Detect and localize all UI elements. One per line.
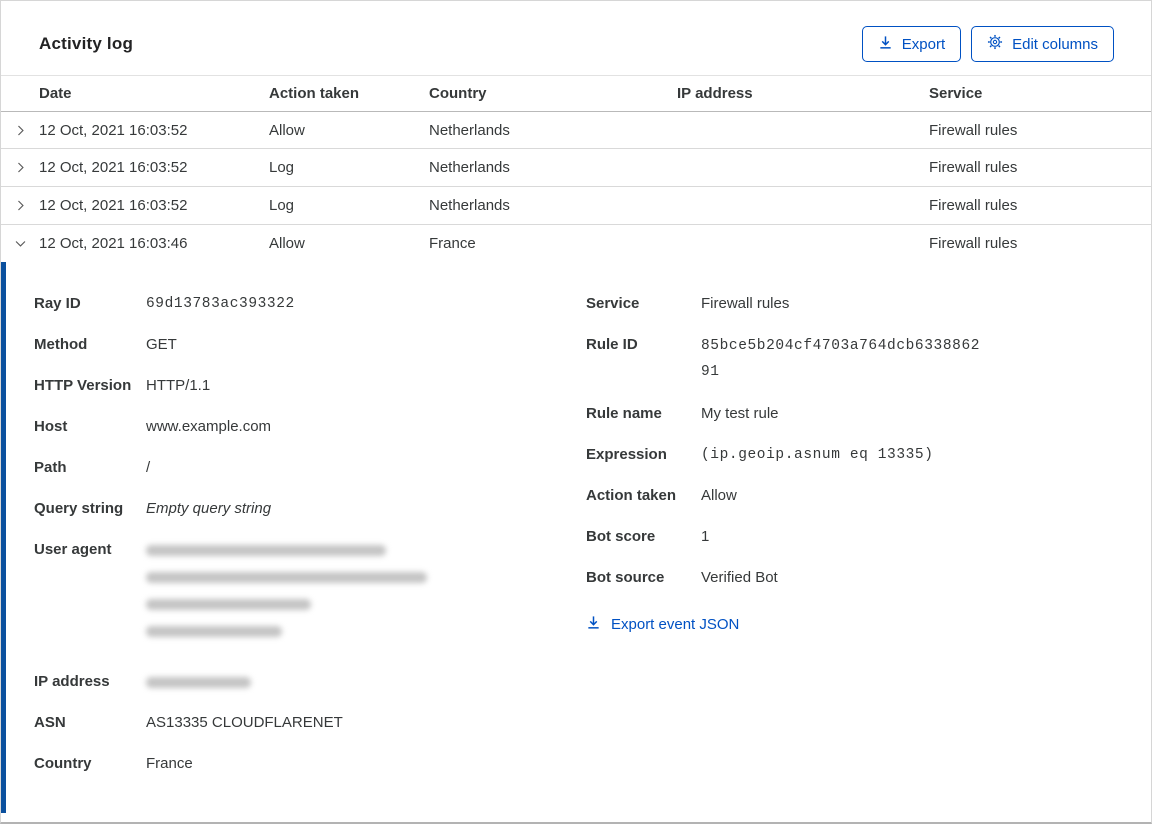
download-icon xyxy=(878,35,893,54)
gear-icon xyxy=(987,34,1003,54)
field-label: Path xyxy=(34,459,67,476)
chevron-down-icon[interactable] xyxy=(1,225,39,262)
export-button[interactable]: Export xyxy=(861,26,962,62)
detail-right-column: Service Firewall rules Rule ID 85bce5b20… xyxy=(586,292,1151,793)
cell-date: 12 Oct, 2021 16:03:46 xyxy=(39,234,188,252)
field-value: HTTP/1.1 xyxy=(146,377,211,394)
column-header-ip-address: IP address xyxy=(677,84,753,102)
export-event-json-label: Export event JSON xyxy=(611,616,740,633)
detail-left-column: Ray ID 69d13783ac393322 Method GET HTTP … xyxy=(34,292,586,793)
page-title: Activity log xyxy=(39,34,134,53)
export-event-json-link[interactable]: Export event JSON xyxy=(586,615,739,634)
detail-field-path: Path / xyxy=(34,456,586,480)
field-label: Service xyxy=(586,295,640,312)
cell-country: Netherlands xyxy=(429,196,510,214)
field-label: Bot score xyxy=(586,528,656,545)
redacted-user-agent-blur xyxy=(146,538,427,653)
field-value: Verified Bot xyxy=(701,569,778,586)
field-value: France xyxy=(146,755,193,772)
export-button-label: Export xyxy=(901,35,946,53)
field-label: Method xyxy=(34,336,88,353)
edit-columns-button-label: Edit columns xyxy=(1012,35,1098,53)
detail-field-bot-source: Bot source Verified Bot xyxy=(586,566,1151,590)
field-value: 85bce5b204cf4703a764dcb633886291 xyxy=(701,338,981,380)
detail-field-ray-id: Ray ID 69d13783ac393322 xyxy=(34,292,586,316)
cell-action: Allow xyxy=(269,234,305,252)
field-label: Action taken xyxy=(586,487,677,504)
detail-field-query-string: Query string Empty query string xyxy=(34,497,586,521)
activity-log-panel: Activity log Export Edit columns Date Ac… xyxy=(0,0,1152,824)
detail-field-user-agent: User agent xyxy=(34,538,586,653)
column-header-date: Date xyxy=(39,84,72,102)
field-value: www.example.com xyxy=(146,418,272,435)
field-label: Expression xyxy=(586,446,667,463)
chevron-right-icon[interactable] xyxy=(1,149,39,186)
topbar: Activity log Export Edit columns xyxy=(1,1,1151,75)
detail-field-host: Host www.example.com xyxy=(34,415,586,439)
detail-field-ip-address: IP address xyxy=(34,670,586,694)
detail-field-method: Method GET xyxy=(34,333,586,357)
cell-service: Firewall rules xyxy=(929,196,1018,214)
field-label: Host xyxy=(34,418,68,435)
detail-field-rule-name: Rule name My test rule xyxy=(586,402,1151,426)
cell-country: France xyxy=(429,234,476,252)
field-value: My test rule xyxy=(701,405,779,422)
cell-date: 12 Oct, 2021 16:03:52 xyxy=(39,196,188,214)
cell-date: 12 Oct, 2021 16:03:52 xyxy=(39,159,188,177)
detail-field-rule-id: Rule ID 85bce5b204cf4703a764dcb633886291 xyxy=(586,333,1151,385)
field-label: HTTP Version xyxy=(34,377,132,394)
event-detail-panel: Ray ID 69d13783ac393322 Method GET HTTP … xyxy=(1,262,1151,813)
chevron-right-icon[interactable] xyxy=(1,187,39,224)
detail-field-service: Service Firewall rules xyxy=(586,292,1151,316)
download-icon xyxy=(586,615,601,634)
table-header: Date Action taken Country IP address Ser… xyxy=(1,75,1151,112)
table-row-expanded[interactable]: 12 Oct, 2021 16:03:46 Allow France Firew… xyxy=(1,225,1151,262)
field-label: Query string xyxy=(34,500,124,517)
cell-service: Firewall rules xyxy=(929,234,1018,252)
toolbar: Export Edit columns xyxy=(861,26,1114,62)
field-label: Ray ID xyxy=(34,295,81,312)
field-value: Firewall rules xyxy=(701,295,790,312)
column-header-country: Country xyxy=(429,84,487,102)
cell-country: Netherlands xyxy=(429,121,510,139)
field-value: 1 xyxy=(701,528,710,545)
field-value: / xyxy=(146,459,151,476)
table-row[interactable]: 12 Oct, 2021 16:03:52 Log Netherlands Fi… xyxy=(1,149,1151,187)
cell-action: Log xyxy=(269,159,295,177)
cell-date: 12 Oct, 2021 16:03:52 xyxy=(39,121,188,139)
field-label: Bot source xyxy=(586,569,665,586)
field-value: Empty query string xyxy=(146,500,272,517)
field-value: AS13335 CLOUDFLARENET xyxy=(146,714,343,731)
field-label: Country xyxy=(34,755,92,772)
cell-action: Allow xyxy=(269,121,305,139)
cell-service: Firewall rules xyxy=(929,121,1018,139)
detail-field-bot-score: Bot score 1 xyxy=(586,525,1151,549)
field-value: Allow xyxy=(701,487,737,504)
cell-action: Log xyxy=(269,196,295,214)
field-label: Rule ID xyxy=(586,336,638,353)
field-value: (ip.geoip.asnum eq 13335) xyxy=(701,447,934,463)
column-header-service: Service xyxy=(929,84,983,102)
detail-field-country: Country France xyxy=(34,752,586,776)
field-value: 69d13783ac393322 xyxy=(146,296,295,312)
detail-field-http-version: HTTP Version HTTP/1.1 xyxy=(34,374,586,398)
table-row[interactable]: 12 Oct, 2021 16:03:52 Allow Netherlands … xyxy=(1,112,1151,150)
cell-country: Netherlands xyxy=(429,159,510,177)
field-value: GET xyxy=(146,336,177,353)
detail-field-action-taken: Action taken Allow xyxy=(586,484,1151,508)
field-label: ASN xyxy=(34,714,66,731)
edit-columns-button[interactable]: Edit columns xyxy=(971,26,1114,62)
field-label: User agent xyxy=(34,541,112,558)
field-label: Rule name xyxy=(586,405,662,422)
detail-field-asn: ASN AS13335 CLOUDFLARENET xyxy=(34,711,586,735)
field-label: IP address xyxy=(34,673,110,690)
chevron-right-icon[interactable] xyxy=(1,112,39,149)
detail-field-expression: Expression (ip.geoip.asnum eq 13335) xyxy=(586,443,1151,467)
column-header-action-taken: Action taken xyxy=(269,84,360,102)
redacted-ip-blur xyxy=(146,670,251,694)
table-row[interactable]: 12 Oct, 2021 16:03:52 Log Netherlands Fi… xyxy=(1,187,1151,225)
cell-service: Firewall rules xyxy=(929,159,1018,177)
